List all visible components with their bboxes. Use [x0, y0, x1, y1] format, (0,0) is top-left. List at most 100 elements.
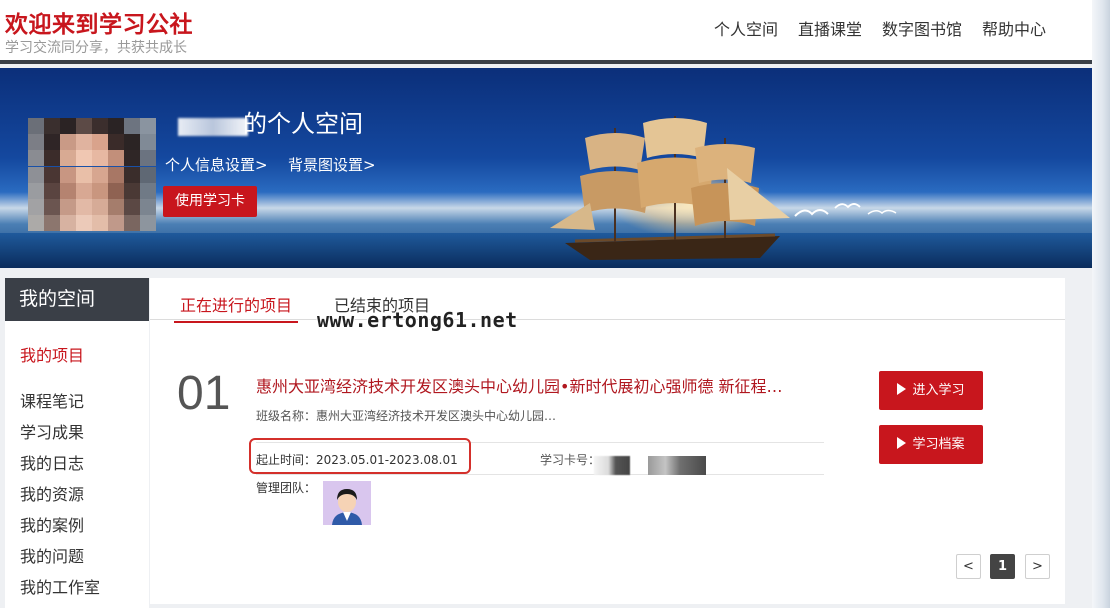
avatar-mosaic-cell [76, 166, 92, 183]
avatar-mosaic-cell [76, 199, 92, 215]
avatar-mosaic-cell [60, 134, 76, 151]
person-icon [323, 481, 371, 525]
avatar-mosaic-cell [140, 166, 156, 183]
avatar-mosaic-cell [108, 215, 124, 231]
avatar-mosaic-cell [60, 118, 76, 134]
profile-banner [0, 68, 1092, 268]
card-number-redacted [594, 456, 630, 475]
project-tabs: 正在进行的项目 已结束的项目 [150, 278, 1065, 323]
project-period: 起止时间：2023.05.01-2023.08.01 [256, 453, 458, 467]
pagination-page-1[interactable]: 1 [990, 554, 1015, 579]
avatar-mosaic-cell [28, 182, 44, 199]
avatar-mosaic-cell [60, 215, 76, 231]
avatar-mosaic-cell [44, 166, 60, 183]
avatar-mosaic-cell [124, 199, 140, 215]
play-icon [897, 383, 907, 395]
avatar-mosaic-cell [44, 199, 60, 215]
background-settings-link[interactable]: 背景图设置> [288, 154, 376, 175]
avatar-mosaic-cell [28, 134, 44, 151]
sidebar-item-learning-results[interactable]: 学习成果 [20, 423, 100, 454]
page-edge-strip [1092, 0, 1110, 608]
avatar-mosaic-cell [140, 150, 156, 167]
profile-settings-link[interactable]: 个人信息设置> [165, 154, 268, 175]
avatar-mosaic-cell [124, 150, 140, 167]
sidebar-item-course-notes[interactable]: 课程笔记 [20, 392, 100, 423]
sidebar-item-my-projects[interactable]: 我的项目 [20, 346, 100, 377]
enter-study-label: 进入学习 [912, 383, 965, 398]
sidebar-item-my-journal[interactable]: 我的日志 [20, 454, 100, 485]
avatar-mosaic-cell [124, 118, 140, 134]
avatar-mosaic-cell [108, 150, 124, 167]
avatar-mosaic-cell [140, 182, 156, 199]
row-divider [256, 474, 824, 475]
profile-avatar-pixelated[interactable] [28, 118, 156, 231]
avatar-mosaic-cell [76, 134, 92, 151]
avatar-mosaic-cell [92, 134, 108, 151]
avatar-mosaic-cell [108, 118, 124, 134]
study-archive-button[interactable]: 学习档案 [879, 425, 983, 464]
avatar-mosaic-cell [108, 166, 124, 183]
avatar-mosaic-cell [124, 182, 140, 199]
avatar-mosaic-cell [28, 166, 44, 183]
avatar-mosaic-cell [108, 199, 124, 215]
play-icon [897, 437, 907, 449]
avatar-mosaic-cell [44, 182, 60, 199]
nav-digital-library[interactable]: 数字图书馆 [882, 16, 962, 40]
avatar-mosaic-cell [44, 134, 60, 151]
avatar-mosaic-cell [28, 118, 44, 134]
avatar-mosaic-cell [124, 215, 140, 231]
card-number-redacted [648, 456, 706, 475]
team-member-avatar[interactable] [323, 481, 371, 525]
avatar-mosaic-cell [108, 182, 124, 199]
avatar-mosaic-cell [60, 199, 76, 215]
avatar-mosaic-cell [92, 166, 108, 183]
study-card-number-label: 学习卡号： [540, 453, 601, 467]
avatar-mosaic-cell [44, 150, 60, 167]
main-nav: 个人空间 直播课堂 数字图书馆 帮助中心 [714, 16, 1046, 40]
avatar-mosaic-cell [92, 118, 108, 134]
enter-study-button[interactable]: 进入学习 [879, 371, 983, 410]
project-class-name: 班级名称：惠州大亚湾经济技术开发区澳头中心幼儿园… [256, 409, 557, 423]
sidebar-item-my-resources[interactable]: 我的资源 [20, 485, 100, 516]
nav-personal-space[interactable]: 个人空间 [714, 16, 778, 40]
project-title-link[interactable]: 惠州大亚湾经济技术开发区澳头中心幼儿园•新时代展初心强师德 新征程… [256, 373, 801, 397]
avatar-mosaic-cell [60, 150, 76, 167]
avatar-mosaic-cell [92, 199, 108, 215]
avatar-mosaic-cell [92, 215, 108, 231]
avatar-mosaic-cell [92, 150, 108, 167]
use-study-card-button[interactable]: 使用学习卡 [163, 186, 257, 217]
sidebar-item-my-studio[interactable]: 我的工作室 [20, 578, 100, 608]
avatar-mosaic-cell [124, 134, 140, 151]
sidebar-heading: 我的空间 [5, 278, 149, 321]
avatar-mosaic-cell [92, 182, 108, 199]
avatar-mosaic-cell [76, 150, 92, 167]
avatar-mosaic-cell [28, 215, 44, 231]
avatar-mosaic-cell [140, 118, 156, 134]
sailing-ship-illustration [550, 116, 790, 260]
avatar-mosaic-cell [28, 150, 44, 167]
site-subtitle: 学习交流同分享，共获共成长 [5, 40, 187, 56]
avatar-mosaic-cell [28, 199, 44, 215]
avatar-mosaic-cell [44, 118, 60, 134]
sidebar-item-my-cases[interactable]: 我的案例 [20, 516, 100, 547]
space-title: 的个人空间 [243, 110, 363, 138]
site-title[interactable]: 欢迎来到学习公社 [5, 5, 193, 39]
avatar-mosaic-cell [140, 134, 156, 151]
sidebar: 我的空间 我的项目 课程笔记 学习成果 我的日志 我的资源 我的案例 我的问题 … [5, 278, 149, 608]
avatar-mosaic-cell [124, 166, 140, 183]
tab-ongoing-projects[interactable]: 正在进行的项目 [174, 292, 299, 323]
pagination-prev-button[interactable]: < [956, 554, 981, 579]
sidebar-menu: 我的项目 课程笔记 学习成果 我的日志 我的资源 我的案例 我的问题 我的工作室 [20, 346, 100, 608]
avatar-mosaic-cell [76, 118, 92, 134]
pagination-next-button[interactable]: > [1025, 554, 1050, 579]
avatar-mosaic-cell [44, 215, 60, 231]
site-watermark: www.ertong61.net [317, 308, 518, 332]
nav-help-center[interactable]: 帮助中心 [982, 16, 1046, 40]
study-archive-label: 学习档案 [912, 437, 965, 452]
username-redacted [178, 118, 248, 136]
avatar-mosaic-cell [140, 199, 156, 215]
avatar-mosaic-cell [60, 166, 76, 183]
sidebar-item-my-questions[interactable]: 我的问题 [20, 547, 100, 578]
seagulls-illustration [794, 203, 897, 217]
nav-live-classroom[interactable]: 直播课堂 [798, 16, 862, 40]
